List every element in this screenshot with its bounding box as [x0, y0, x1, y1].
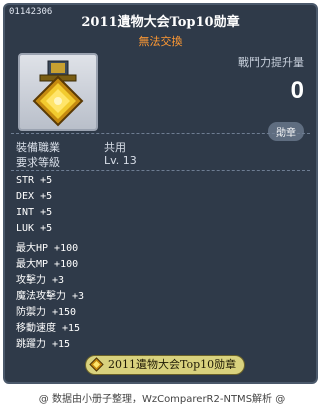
item-icon-frame — [18, 53, 98, 131]
stat-name: 攻擊力 — [16, 275, 46, 286]
stat-name: LUK — [16, 223, 35, 234]
stat-name: 魔法攻擊力 — [16, 291, 66, 302]
stat-row: 攻擊力 +3 — [16, 271, 64, 286]
level-requirement: 要求等級 Lv. 13 — [16, 154, 137, 170]
stat-value: +15 — [62, 323, 81, 334]
job-requirement: 裝備職業 共用 — [16, 139, 126, 155]
set-name-badge: 2011遺物大会Top10勋章 — [85, 355, 246, 375]
stat-row: INT +5 — [16, 207, 52, 218]
power-increase-value: 0 — [290, 77, 304, 104]
stat-row: STR +5 — [16, 175, 52, 186]
stat-row: DEX +5 — [16, 191, 52, 202]
stat-name: STR — [16, 175, 35, 186]
stat-row: 最大MP +100 — [16, 255, 78, 270]
divider — [11, 170, 310, 171]
set-name-label: 2011遺物大会Top10勋章 — [108, 358, 237, 371]
stat-value: +3 — [52, 275, 65, 286]
stat-name: INT — [16, 207, 35, 218]
stat-value: +150 — [52, 307, 77, 318]
stat-name: 最大MP — [16, 259, 49, 270]
stat-name: DEX — [16, 191, 35, 202]
stat-value: +5 — [40, 223, 53, 234]
stat-row: 魔法攻擊力 +3 — [16, 287, 84, 302]
stat-value: +5 — [40, 207, 53, 218]
requirement-value: 共用 — [104, 141, 126, 154]
trade-status: 無法交換 — [138, 35, 183, 48]
stat-value: +100 — [54, 243, 79, 254]
stat-value: +100 — [54, 259, 79, 270]
divider — [11, 133, 310, 134]
power-increase-label: 戰鬥力提升量 — [238, 56, 304, 69]
stat-name: 防禦力 — [16, 307, 46, 318]
requirement-value: Lv. 13 — [104, 154, 137, 167]
requirement-label: 裝備職業 — [16, 141, 60, 154]
stat-name: 移動速度 — [16, 323, 56, 334]
stat-row: 防禦力 +150 — [16, 303, 76, 318]
stat-value: +5 — [40, 191, 53, 202]
stat-row: LUK +5 — [16, 223, 52, 234]
item-title: 2011遺物大会Top10勋章 — [81, 15, 240, 30]
stat-row: 最大HP +100 — [16, 239, 78, 254]
stat-row: 跳躍力 +15 — [16, 335, 70, 350]
stat-name: 跳躍力 — [16, 339, 46, 350]
stat-value: +3 — [72, 291, 85, 302]
stat-value: +5 — [40, 175, 53, 186]
category-badge: 勛章 — [268, 122, 304, 141]
requirement-label: 要求等級 — [16, 156, 60, 169]
stat-value: +15 — [52, 339, 71, 350]
gold-medal-icon — [32, 60, 84, 127]
footer-credit: @ 数据由小册子整理，WzComparerR2-NTMS解析 @ — [38, 394, 286, 405]
stat-name: 最大HP — [16, 243, 49, 254]
item-tooltip: 01142306 2011遺物大会Top10勋章 無法交換 戰鬥力提升量 0 勛… — [3, 3, 318, 384]
mini-medal-icon — [89, 357, 104, 372]
stat-row: 移動速度 +15 — [16, 319, 80, 334]
